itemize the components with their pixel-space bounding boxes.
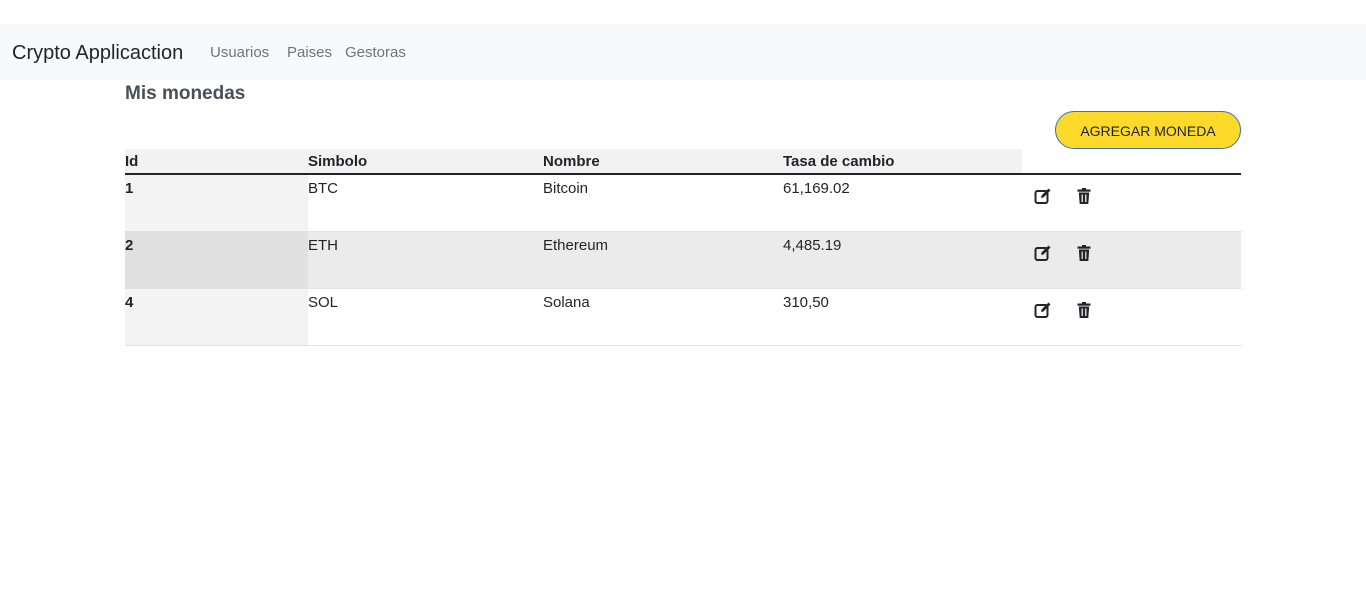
table-row: 1 BTC Bitcoin 61,169.02 (125, 175, 1241, 232)
id-cell-background (125, 289, 308, 345)
navbar: Crypto Applicaction Usuarios Paises Gest… (0, 24, 1366, 80)
id-cell-background (125, 232, 308, 288)
trash-icon[interactable] (1074, 243, 1094, 263)
column-header-name: Nombre (543, 153, 600, 170)
cell-name: Ethereum (543, 237, 609, 254)
edit-icon[interactable] (1033, 243, 1053, 263)
nav-link-paises[interactable]: Paises (287, 43, 332, 63)
trash-icon[interactable] (1074, 186, 1094, 206)
trash-icon[interactable] (1074, 300, 1094, 320)
navbar-brand[interactable]: Crypto Applicaction (12, 40, 183, 66)
id-cell-background (125, 175, 308, 231)
column-header-rate: Tasa de cambio (783, 153, 895, 170)
cell-id: 1 (125, 180, 134, 197)
cell-symbol: SOL (308, 294, 339, 311)
cell-id: 2 (125, 237, 134, 254)
column-header-symbol: Simbolo (308, 153, 368, 170)
edit-icon[interactable] (1033, 186, 1053, 206)
cell-name: Bitcoin (543, 180, 589, 197)
page-title: Mis monedas (125, 83, 246, 104)
column-header-id: Id (125, 153, 139, 170)
cell-rate: 61,169.02 (783, 180, 850, 197)
table-row: 2 ETH Ethereum 4,485.19 (125, 232, 1241, 289)
add-coin-button[interactable]: AGREGAR MONEDA (1055, 111, 1241, 149)
cell-rate: 4,485.19 (783, 237, 842, 254)
nav-link-usuarios[interactable]: Usuarios (210, 43, 269, 63)
table-row: 4 SOL Solana 310,50 (125, 289, 1241, 346)
nav-link-gestoras[interactable]: Gestoras (345, 43, 406, 63)
cell-rate: 310,50 (783, 294, 829, 311)
cell-id: 4 (125, 294, 134, 311)
edit-icon[interactable] (1033, 300, 1053, 320)
cell-symbol: ETH (308, 237, 338, 254)
table-header: Id Simbolo Nombre Tasa de cambio (125, 149, 1241, 175)
cell-symbol: BTC (308, 180, 338, 197)
cell-name: Solana (543, 294, 590, 311)
coins-table: Id Simbolo Nombre Tasa de cambio 1 BTC B… (125, 149, 1241, 346)
